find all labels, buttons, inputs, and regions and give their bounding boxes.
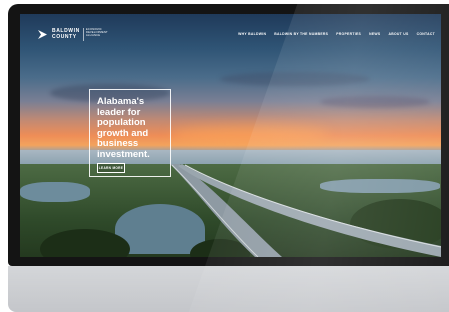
site-header: BALDWIN COUNTY Economic Development Alli… [20, 14, 441, 50]
logo-text-county[interactable]: COUNTY [52, 34, 77, 40]
nav-baldwin-by-the-numbers[interactable]: BALDWIN BY THE NUMBERS [274, 32, 328, 36]
nav-about-us[interactable]: ABOUT US [388, 32, 408, 36]
causeway-bridge [170, 164, 441, 257]
hero-headline-line: business [97, 138, 139, 149]
logo-tagline: Economic Development Alliance [86, 28, 108, 38]
hero-headline-line: population [97, 117, 146, 128]
learn-more-button[interactable]: LEARN MORE [97, 163, 125, 173]
nav-why-baldwin[interactable]: WHY BALDWIN [238, 32, 266, 36]
main-nav: WHY BALDWIN BALDWIN BY THE NUMBERS PROPE… [238, 32, 435, 36]
hero-headline-line: Alabama's [97, 96, 145, 107]
website-screen: BALDWIN COUNTY Economic Development Alli… [20, 14, 441, 257]
nav-properties[interactable]: PROPERTIES [336, 32, 361, 36]
hero-headline-line: investment. [97, 148, 150, 160]
baldwin-county-logo-icon[interactable] [37, 29, 48, 40]
nav-news[interactable]: NEWS [369, 32, 380, 36]
monitor-chin [8, 266, 449, 312]
nav-contact[interactable]: CONTACT [417, 32, 435, 36]
hero-headline: Alabama's leader for population growth a… [97, 96, 187, 160]
logo-divider [83, 28, 84, 41]
